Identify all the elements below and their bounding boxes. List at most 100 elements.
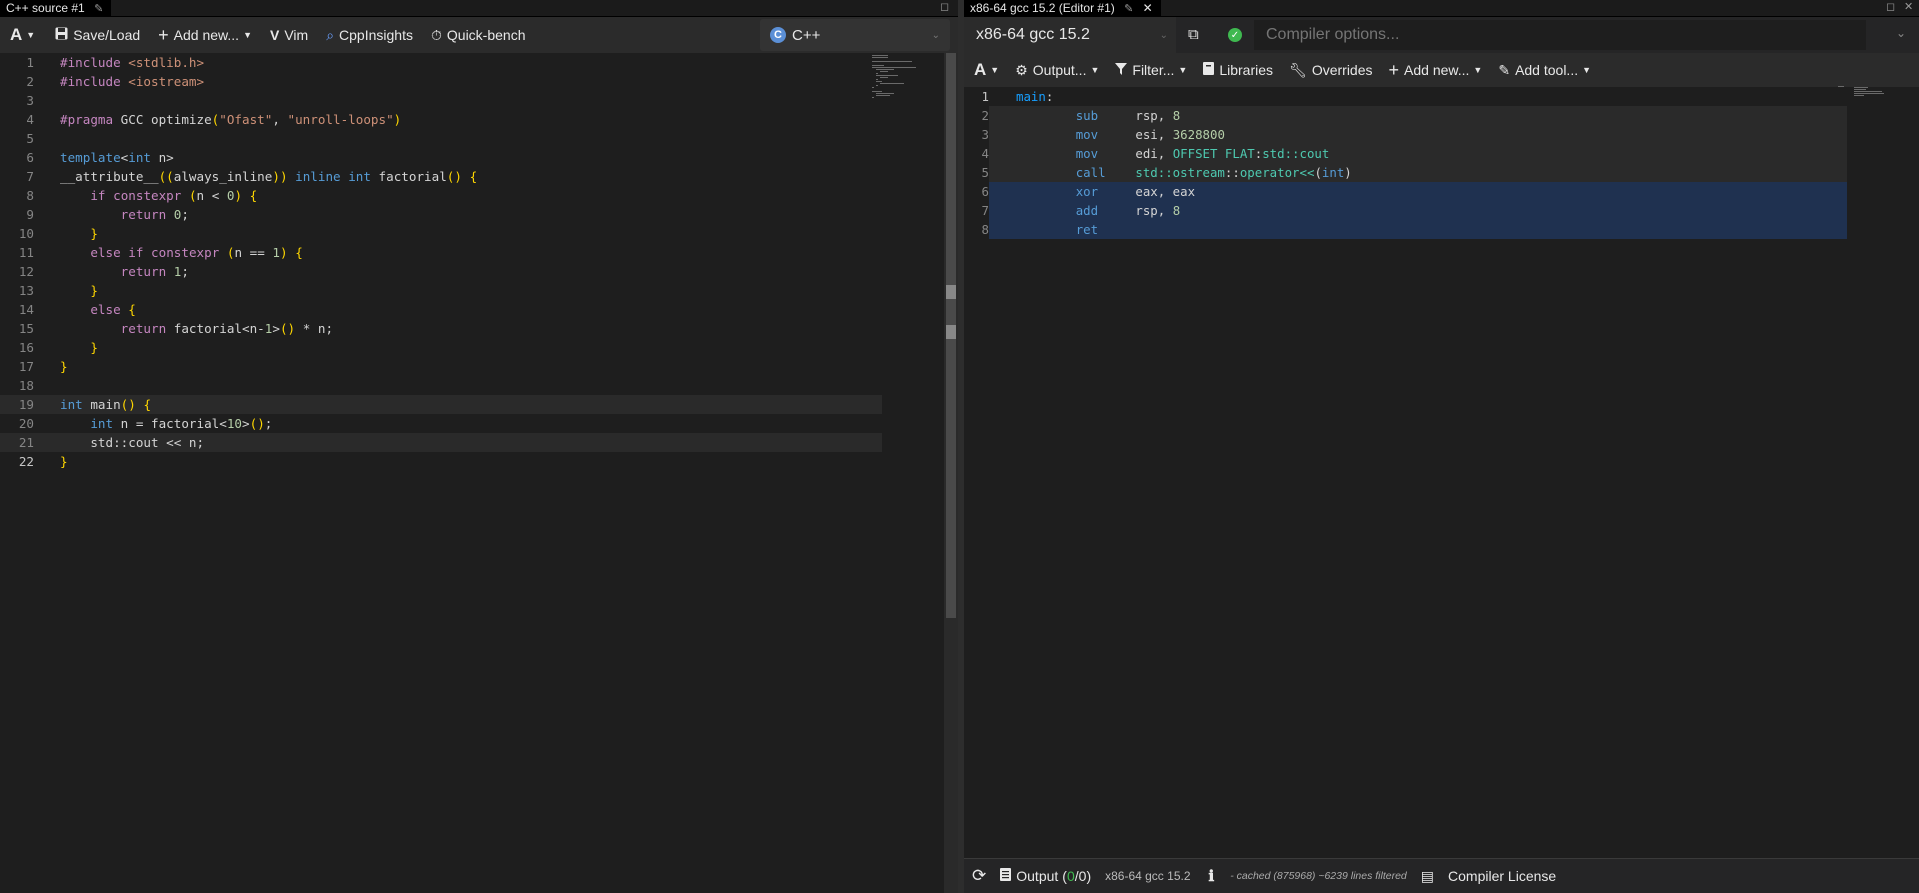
source-line[interactable]: 17}	[0, 357, 958, 376]
line-number: 4	[964, 144, 989, 163]
tab-source[interactable]: C++ source #1 ✎	[0, 0, 112, 16]
source-code-editor[interactable]: 1 #include <stdlib.h> 2 #include <iostream>…	[0, 53, 958, 893]
source-line[interactable]: 9 return 0;	[0, 205, 958, 224]
font-size-label: A	[10, 25, 23, 44]
line-number: 2	[964, 106, 989, 125]
code-text: }	[90, 283, 98, 298]
libraries-button[interactable]: Libraries	[1203, 62, 1273, 78]
source-line[interactable]: 19 int main() {	[0, 395, 882, 414]
quickbench-button[interactable]: ⏱ Quick-bench	[431, 27, 526, 44]
font-size-label: A	[974, 60, 987, 79]
asm-line[interactable]: 4 mov edi, OFFSET FLAT:std::cout	[964, 144, 1847, 163]
rename-pencil-icon[interactable]: ✎	[94, 3, 103, 15]
font-size-button[interactable]: A ▼	[974, 60, 999, 80]
code-text: if constexpr (n < 0) {	[90, 188, 258, 203]
maximize-icon[interactable]: ◻	[940, 0, 949, 14]
vim-label: Vim	[284, 27, 309, 43]
source-line[interactable]: 10 }	[0, 224, 958, 243]
filter-icon	[1115, 62, 1128, 78]
line-number: 3	[964, 125, 989, 144]
source-line[interactable]: 2 #include <iostream>	[0, 72, 958, 91]
close-pane-icon[interactable]: ✕	[1904, 0, 1913, 14]
source-line[interactable]: 22}	[0, 452, 958, 471]
asm-line[interactable]: 8 ret	[964, 220, 1847, 239]
popout-icon[interactable]: ⧉	[1188, 26, 1199, 43]
asm-line[interactable]: 2 sub rsp, 8	[964, 106, 1847, 125]
chevron-down-icon: ▼	[990, 65, 1000, 75]
overrides-label: Overrides	[1311, 62, 1373, 78]
minimap[interactable]	[1836, 85, 1886, 105]
asm-line[interactable]: 1 main:	[964, 87, 1847, 106]
code-text: }	[90, 226, 98, 241]
add-new-button[interactable]: + Add new... ▼	[1389, 60, 1483, 81]
overrides-button[interactable]: 🔧︎ Overrides	[1289, 62, 1372, 79]
language-select[interactable]: C C++ ⌄	[760, 19, 950, 51]
line-number: 12	[18, 264, 34, 279]
chevron-down-icon: ⌄	[1159, 29, 1168, 41]
source-line[interactable]: 12 return 1;	[0, 262, 958, 281]
minimap[interactable]	[870, 53, 940, 113]
asm-line[interactable]: 6 xor eax, eax	[964, 182, 1847, 201]
source-line[interactable]: 11 else if constexpr (n == 1) {	[0, 243, 958, 262]
source-line[interactable]: 14 else {	[0, 300, 958, 319]
source-line[interactable]: 13 }	[0, 281, 958, 300]
source-line[interactable]: 20 int n = factorial<10>();	[0, 414, 958, 433]
close-icon[interactable]: ✕	[1143, 1, 1153, 15]
add-tool-button[interactable]: ✎ Add tool... ▼	[1498, 62, 1591, 79]
code-text: int main() {	[60, 397, 152, 412]
source-line[interactable]: 3	[0, 91, 958, 110]
source-line[interactable]: 18	[0, 376, 958, 395]
refresh-icon[interactable]: ⟳	[972, 866, 986, 886]
source-scrollbar[interactable]	[944, 53, 958, 893]
asm-line[interactable]: 7 add rsp, 8	[964, 201, 1847, 220]
asm-text: mov esi, 3628800	[1075, 127, 1225, 142]
code-text: else if constexpr (n == 1) {	[90, 245, 303, 260]
options-dropdown[interactable]: ⌄	[1896, 26, 1906, 40]
code-text: else {	[90, 302, 136, 317]
cppinsights-button[interactable]: ⌕ CppInsights	[326, 27, 413, 44]
source-line[interactable]: 8 if constexpr (n < 0) {	[0, 186, 958, 205]
assembly-output[interactable]: 1 main: 2 sub rsp, 83 mov esi, 3628800 4 mo…	[964, 87, 1919, 859]
code-text: int n = factorial<10>();	[90, 416, 273, 431]
asm-text: add rsp, 8	[1075, 203, 1181, 218]
libraries-label: Libraries	[1219, 62, 1274, 78]
source-line[interactable]: 21 std::cout << n;	[0, 433, 882, 452]
save-load-button[interactable]: Save/Load	[55, 27, 140, 43]
compiler-options-input[interactable]	[1254, 20, 1866, 50]
code-text: }	[60, 359, 68, 374]
code-text: #pragma GCC optimize("Ofast", "unroll-lo…	[60, 112, 402, 127]
rename-pencil-icon[interactable]: ✎	[1124, 3, 1133, 15]
compile-success-icon: ✓	[1228, 28, 1242, 42]
source-line[interactable]: 7 __attribute__((always_inline)) inline i…	[0, 167, 958, 186]
vim-button[interactable]: V Vim	[270, 27, 308, 43]
line-number: 17	[18, 359, 34, 374]
output-options-button[interactable]: ⚙ Output... ▼	[1015, 62, 1099, 79]
source-line[interactable]: 4 #pragma GCC optimize("Ofast", "unroll-l…	[0, 110, 958, 129]
asm-line[interactable]: 3 mov esi, 3628800	[964, 125, 1847, 144]
compiler-select[interactable]: x86-64 gcc 15.2 ⌄	[964, 17, 1176, 53]
source-line[interactable]: 15 return factorial<n-1>() * n;	[0, 319, 958, 338]
info-icon[interactable]: ℹ	[1209, 867, 1215, 885]
line-number: 1	[26, 55, 34, 70]
line-number: 10	[18, 226, 34, 241]
font-size-button[interactable]: A ▼	[10, 25, 35, 45]
line-number: 5	[26, 131, 34, 146]
filter-button[interactable]: Filter... ▼	[1115, 62, 1187, 78]
output-button[interactable]: Output (0/0)	[1000, 868, 1091, 884]
tab-compiler[interactable]: x86-64 gcc 15.2 (Editor #1) ✎ ✕	[964, 0, 1161, 16]
add-new-button[interactable]: + Add new... ▼	[158, 25, 252, 46]
asm-line[interactable]: 5 call std::ostream::operator<<(int)	[964, 163, 1847, 182]
code-text: return 1;	[120, 264, 189, 279]
compiler-license-link[interactable]: Compiler License	[1448, 868, 1556, 884]
source-line[interactable]: 16 }	[0, 338, 958, 357]
chevron-down-icon: ▼	[243, 30, 252, 40]
maximize-icon[interactable]: ◻	[1886, 0, 1895, 14]
source-line[interactable]: 5	[0, 129, 958, 148]
line-number: 2	[26, 74, 34, 89]
asm-text: main:	[1016, 89, 1054, 104]
compiler-toolbar: A ▼ ⚙ Output... ▼ Filter... ▼ Libraries 🔧︎ …	[964, 53, 1919, 87]
source-line[interactable]: 1 #include <stdlib.h>	[0, 53, 958, 72]
code-text: std::cout << n;	[60, 435, 205, 450]
source-line[interactable]: 6 template<int n>	[0, 148, 958, 167]
line-number: 18	[18, 378, 34, 393]
